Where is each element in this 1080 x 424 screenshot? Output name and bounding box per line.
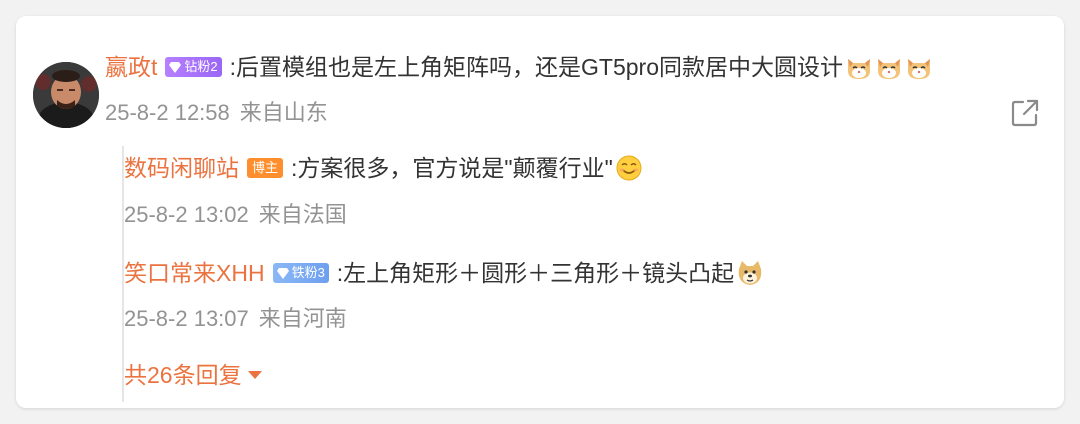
smile-emoji-icon	[616, 155, 642, 181]
diamond-icon	[169, 61, 182, 73]
cat-emoji-icon	[848, 59, 870, 79]
caret-down-icon	[247, 371, 262, 379]
reply-text: :左上角矩形＋圆形＋三角形＋镜头凸起	[336, 260, 735, 286]
reply-line: 数码闲聊站 博主 :方案很多，官方说是"颠覆行业"	[124, 153, 643, 183]
comment-card: 嬴政t 钻粉2 :后置模组也是左上角矩阵吗，还是GT5pro同款居中大圆设计 2…	[16, 16, 1064, 408]
comment-location: 来自山东	[239, 100, 328, 125]
share-icon[interactable]	[1010, 98, 1040, 128]
cat-emoji-icon	[908, 59, 930, 79]
reply-username[interactable]: 笑口常来XHH	[124, 258, 265, 288]
reply-line: 笑口常来XHH 铁粉3 :左上角矩形＋圆形＋三角形＋镜头凸起	[124, 258, 764, 288]
blogger-badge-label: 博主	[252, 160, 279, 175]
more-replies-link[interactable]: 共26条回复	[124, 360, 262, 390]
comment-meta: 25-8-2 12:58 来自山东	[105, 99, 328, 127]
fan-badge[interactable]: 铁粉3	[272, 263, 329, 283]
fan-badge-label: 钻粉2	[184, 59, 218, 74]
blogger-badge[interactable]: 博主	[247, 158, 284, 178]
reply-date: 25-8-2 13:07	[124, 306, 249, 331]
reply-text: :方案很多，官方说是"颠覆行业"	[291, 155, 613, 181]
reply-meta: 25-8-2 13:07 来自河南	[124, 305, 347, 333]
reply-location: 来自法国	[258, 202, 347, 227]
comment-text: :后置模组也是左上角矩阵吗，还是GT5pro同款居中大圆设计	[229, 54, 843, 80]
reply-date: 25-8-2 13:02	[124, 202, 249, 227]
comment-line: 嬴政t 钻粉2 :后置模组也是左上角矩阵吗，还是GT5pro同款居中大圆设计	[105, 52, 933, 82]
cat-emoji-icon	[878, 59, 900, 79]
comment-date: 25-8-2 12:58	[105, 100, 230, 125]
avatar[interactable]	[33, 62, 99, 128]
reply-meta: 25-8-2 13:02 来自法国	[124, 201, 347, 229]
reply-location: 来自河南	[258, 306, 347, 331]
comment-username[interactable]: 嬴政t	[105, 52, 157, 82]
fan-badge-label: 铁粉3	[291, 265, 325, 280]
more-replies-label: 共26条回复	[124, 362, 242, 388]
diamond-icon	[276, 267, 289, 279]
fan-badge[interactable]: 钻粉2	[165, 57, 222, 77]
doge-emoji-icon	[738, 261, 762, 285]
reply-username[interactable]: 数码闲聊站	[124, 153, 239, 183]
